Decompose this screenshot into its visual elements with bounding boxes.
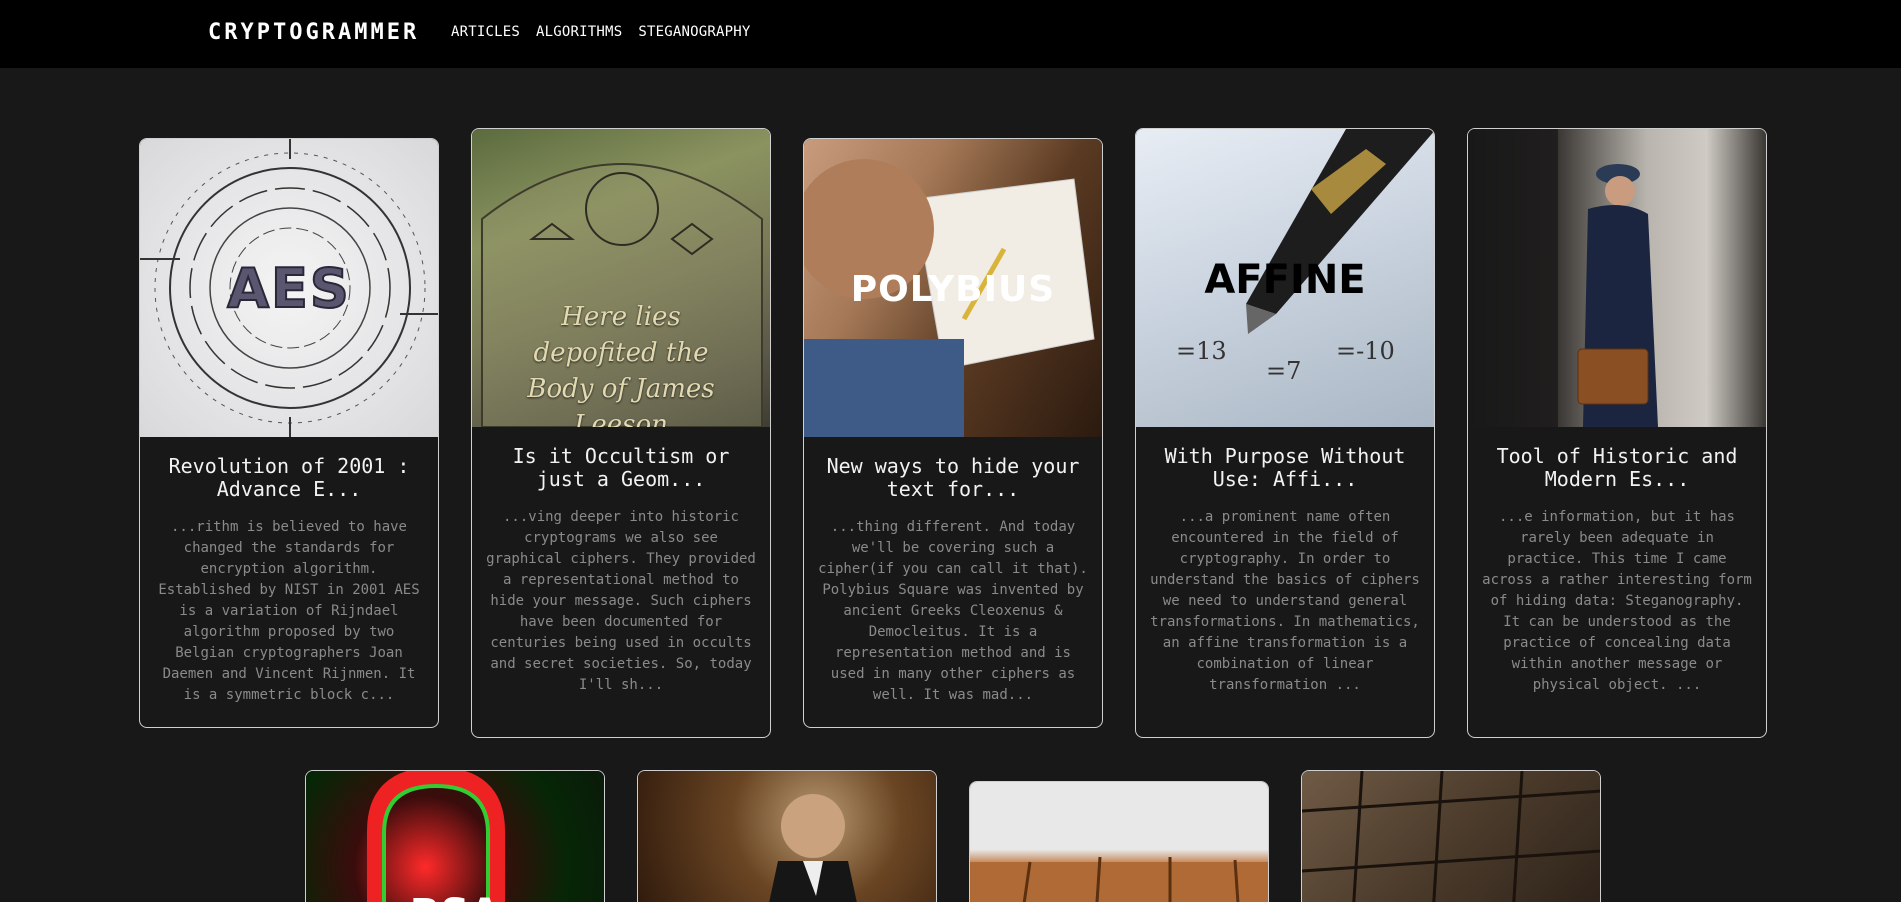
- card-image-cryptex: [970, 782, 1268, 902]
- card-image-steganography: [1468, 129, 1766, 427]
- article-card-steganography[interactable]: Tool of Historic and Modern Es... ...e i…: [1467, 128, 1767, 738]
- card-title[interactable]: With Purpose Without Use: Affi...: [1136, 445, 1434, 491]
- card-image-label: RSA: [306, 891, 604, 902]
- card-image-portrait: [638, 771, 936, 902]
- card-image-type-blocks: [1302, 771, 1600, 902]
- svg-text:=7: =7: [1266, 357, 1301, 385]
- card-excerpt: ...ving deeper into historic cryptograms…: [486, 509, 756, 693]
- card-image-polybius: POLYBIUS: [804, 139, 1102, 437]
- padlock-icon: [367, 771, 505, 902]
- main-nav: ARTICLES ALGORITHMS STEGANOGRAPHY: [451, 24, 751, 40]
- article-card-scytale[interactable]: [969, 781, 1269, 902]
- card-image-label: AES: [226, 256, 351, 321]
- card-image-affine: =13 =7 =-10 AFFINE: [1136, 129, 1434, 427]
- card-title[interactable]: Is it Occultism or just a Geom...: [472, 445, 770, 491]
- card-image-label: AFFINE: [1204, 257, 1366, 303]
- card-image-rsa: RSA: [306, 771, 604, 902]
- card-excerpt: ...e information, but it has rarely been…: [1482, 509, 1752, 693]
- article-card-rsa[interactable]: RSA: [305, 770, 605, 902]
- brand-logo[interactable]: CRYPTOGRAMMER: [208, 20, 419, 45]
- svg-text:=13: =13: [1176, 337, 1227, 365]
- card-title[interactable]: Tool of Historic and Modern Es...: [1468, 445, 1766, 491]
- card-title[interactable]: Revolution of 2001 : Advance E...: [140, 455, 438, 501]
- card-image-label: Here lies depofited the Body of James Le…: [527, 302, 715, 427]
- card-image-aes: AES: [140, 139, 438, 437]
- card-excerpt: ...a prominent name often encountered in…: [1150, 509, 1420, 693]
- card-excerpt: ...rithm is believed to have changed the…: [158, 519, 420, 703]
- article-card-hebrew[interactable]: [1301, 770, 1601, 902]
- card-title[interactable]: New ways to hide your text for...: [804, 455, 1102, 501]
- article-card-portrait[interactable]: [637, 770, 937, 902]
- top-navbar: CRYPTOGRAMMER ARTICLES ALGORITHMS STEGAN…: [0, 0, 1901, 68]
- article-card-aes[interactable]: AES Revolution of 2001 : Advance E... ..…: [139, 138, 439, 728]
- portrait-icon: [769, 794, 857, 902]
- card-image-label: POLYBIUS: [850, 269, 1056, 310]
- card-image-gravestone: Here lies depofited the Body of James Le…: [472, 129, 770, 427]
- article-card-polybius[interactable]: POLYBIUS New ways to hide your text for.…: [803, 138, 1103, 728]
- man-with-briefcase-icon: [1468, 129, 1658, 427]
- article-card-affine[interactable]: =13 =7 =-10 AFFINE With Purpose Without …: [1135, 128, 1435, 738]
- nav-steganography[interactable]: STEGANOGRAPHY: [638, 24, 750, 40]
- article-card-occultism[interactable]: Here lies depofited the Body of James Le…: [471, 128, 771, 738]
- nav-articles[interactable]: ARTICLES: [451, 24, 520, 40]
- cryptex-icon: [970, 856, 1268, 902]
- type-blocks-icon: [1302, 771, 1600, 902]
- card-excerpt: ...thing different. And today we'll be c…: [818, 519, 1088, 703]
- svg-text:=-10: =-10: [1336, 337, 1395, 365]
- nav-algorithms[interactable]: ALGORITHMS: [536, 24, 622, 40]
